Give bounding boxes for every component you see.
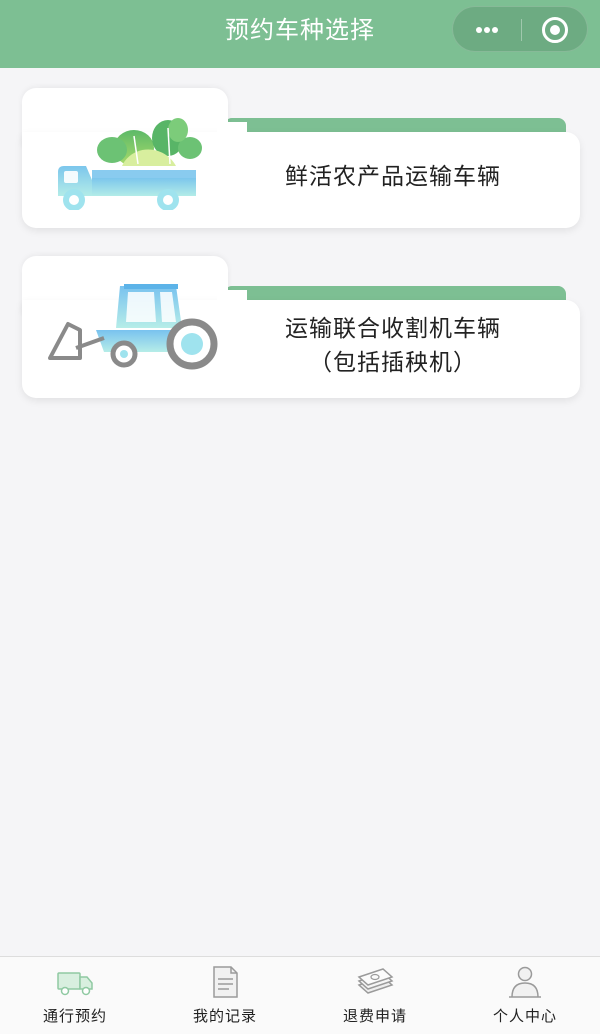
tab-label: 退费申请 — [342, 1007, 407, 1025]
vehicle-option-sublabel: （包括插秧机） — [309, 350, 477, 376]
navigation-bar: 预约车种选择 — [0, 0, 600, 68]
money-stack-icon — [357, 968, 394, 994]
tab-label: 通行预约 — [42, 1007, 107, 1025]
tab-refund[interactable]: 退费申请 — [300, 957, 450, 1034]
vegetable-truck-icon — [58, 118, 202, 210]
vehicle-option-fresh-produce[interactable]: 鲜活农产品运输车辆 — [22, 88, 580, 228]
document-icon — [213, 966, 238, 998]
more-dots-icon[interactable] — [453, 7, 521, 53]
tab-label: 个人中心 — [492, 1007, 557, 1025]
truck-icon — [57, 972, 93, 996]
vehicle-option-harvester[interactable]: 运输联合收割机车辆 （包括插秧机） — [22, 256, 580, 398]
tractor-icon — [48, 284, 218, 370]
target-close-icon[interactable] — [521, 7, 589, 53]
vehicle-option-label: 鲜活农产品运输车辆 — [285, 164, 501, 190]
tab-profile[interactable]: 个人中心 — [450, 957, 600, 1034]
mini-program-capsule — [452, 6, 588, 52]
bottom-tab-bar: 通行预约 我的记录 退费申请 个人中心 — [0, 956, 600, 1034]
tab-my-records[interactable]: 我的记录 — [150, 957, 300, 1034]
tab-reservation[interactable]: 通行预约 — [0, 957, 150, 1034]
person-icon — [509, 966, 541, 998]
vehicle-option-label: 运输联合收割机车辆 — [285, 316, 501, 342]
tab-label: 我的记录 — [192, 1007, 257, 1025]
